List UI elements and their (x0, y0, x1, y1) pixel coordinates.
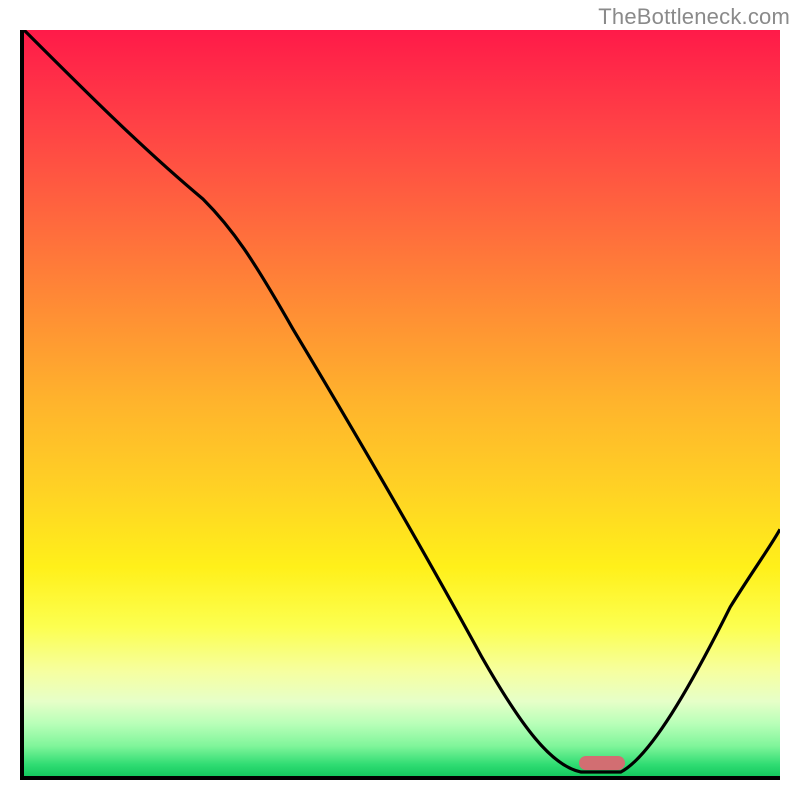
chart-marker-pill (579, 756, 625, 770)
watermark-text: TheBottleneck.com (598, 4, 790, 30)
chart-line (24, 30, 780, 776)
chart-line-path (24, 30, 780, 772)
chart-plot-area (20, 30, 780, 780)
